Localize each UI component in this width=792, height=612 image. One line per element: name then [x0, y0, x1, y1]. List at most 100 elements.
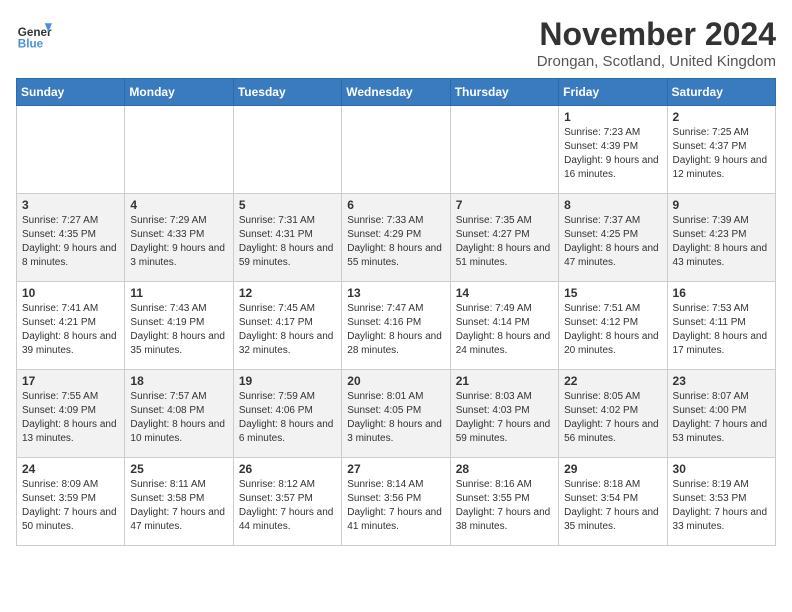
day-number: 24 — [22, 462, 119, 476]
calendar-week-row: 24 Sunrise: 8:09 AM Sunset: 3:59 PM Dayli… — [17, 458, 776, 546]
calendar-cell: 14 Sunrise: 7:49 AM Sunset: 4:14 PM Dayli… — [450, 282, 558, 370]
day-number: 2 — [673, 110, 770, 124]
day-number: 11 — [130, 286, 227, 300]
calendar-cell: 29 Sunrise: 8:18 AM Sunset: 3:54 PM Dayli… — [559, 458, 667, 546]
calendar-cell: 24 Sunrise: 8:09 AM Sunset: 3:59 PM Dayli… — [17, 458, 125, 546]
weekday-header-friday: Friday — [559, 79, 667, 106]
day-info: Sunrise: 7:39 AM Sunset: 4:23 PM Dayligh… — [673, 214, 770, 270]
day-number: 12 — [239, 286, 336, 300]
calendar-cell: 1 Sunrise: 7:23 AM Sunset: 4:39 PM Daylig… — [559, 106, 667, 194]
day-info: Sunrise: 8:11 AM Sunset: 3:58 PM Dayligh… — [130, 478, 227, 534]
day-info: Sunrise: 7:51 AM Sunset: 4:12 PM Dayligh… — [564, 302, 661, 358]
weekday-header-monday: Monday — [125, 79, 233, 106]
calendar-cell: 3 Sunrise: 7:27 AM Sunset: 4:35 PM Daylig… — [17, 194, 125, 282]
calendar-cell: 23 Sunrise: 8:07 AM Sunset: 4:00 PM Dayli… — [667, 370, 775, 458]
location: Drongan, Scotland, United Kingdom — [537, 53, 776, 70]
svg-text:Blue: Blue — [18, 38, 44, 51]
day-info: Sunrise: 8:05 AM Sunset: 4:02 PM Dayligh… — [564, 390, 661, 446]
day-info: Sunrise: 7:23 AM Sunset: 4:39 PM Dayligh… — [564, 126, 661, 182]
calendar-week-row: 1 Sunrise: 7:23 AM Sunset: 4:39 PM Daylig… — [17, 106, 776, 194]
day-info: Sunrise: 8:07 AM Sunset: 4:00 PM Dayligh… — [673, 390, 770, 446]
day-info: Sunrise: 7:33 AM Sunset: 4:29 PM Dayligh… — [347, 214, 444, 270]
day-number: 16 — [673, 286, 770, 300]
calendar-cell: 9Sunrise: 7:39 AM Sunset: 4:23 PM Daylig… — [667, 194, 775, 282]
calendar-cell: 10 Sunrise: 7:41 AM Sunset: 4:21 PM Dayli… — [17, 282, 125, 370]
calendar-cell: 21Sunrise: 8:03 AM Sunset: 4:03 PM Dayli… — [450, 370, 558, 458]
day-number: 7 — [456, 198, 553, 212]
day-info: Sunrise: 7:37 AM Sunset: 4:25 PM Dayligh… — [564, 214, 661, 270]
day-info: Sunrise: 7:35 AM Sunset: 4:27 PM Dayligh… — [456, 214, 553, 270]
calendar-cell: 6 Sunrise: 7:33 AM Sunset: 4:29 PM Daylig… — [342, 194, 450, 282]
day-number: 10 — [22, 286, 119, 300]
day-info: Sunrise: 7:45 AM Sunset: 4:17 PM Dayligh… — [239, 302, 336, 358]
day-info: Sunrise: 7:43 AM Sunset: 4:19 PM Dayligh… — [130, 302, 227, 358]
calendar-cell: 26 Sunrise: 8:12 AM Sunset: 3:57 PM Dayli… — [233, 458, 341, 546]
day-number: 17 — [22, 374, 119, 388]
calendar-cell: 20 Sunrise: 8:01 AM Sunset: 4:05 PM Dayli… — [342, 370, 450, 458]
weekday-header-saturday: Saturday — [667, 79, 775, 106]
calendar-table: SundayMondayTuesdayWednesdayThursdayFrid… — [16, 78, 776, 546]
day-info: Sunrise: 8:18 AM Sunset: 3:54 PM Dayligh… — [564, 478, 661, 534]
calendar-week-row: 17 Sunrise: 7:55 AM Sunset: 4:09 PM Dayli… — [17, 370, 776, 458]
day-number: 1 — [564, 110, 661, 124]
day-number: 20 — [347, 374, 444, 388]
calendar-cell: 25 Sunrise: 8:11 AM Sunset: 3:58 PM Dayli… — [125, 458, 233, 546]
day-number: 3 — [22, 198, 119, 212]
day-number: 18 — [130, 374, 227, 388]
calendar-cell — [342, 106, 450, 194]
day-number: 19 — [239, 374, 336, 388]
logo-icon: General Blue — [16, 16, 52, 52]
day-number: 22 — [564, 374, 661, 388]
weekday-header-row: SundayMondayTuesdayWednesdayThursdayFrid… — [17, 79, 776, 106]
day-info: Sunrise: 7:55 AM Sunset: 4:09 PM Dayligh… — [22, 390, 119, 446]
day-info: Sunrise: 8:03 AM Sunset: 4:03 PM Dayligh… — [456, 390, 553, 446]
day-info: Sunrise: 7:25 AM Sunset: 4:37 PM Dayligh… — [673, 126, 770, 182]
day-info: Sunrise: 7:57 AM Sunset: 4:08 PM Dayligh… — [130, 390, 227, 446]
day-info: Sunrise: 7:29 AM Sunset: 4:33 PM Dayligh… — [130, 214, 227, 270]
day-info: Sunrise: 7:41 AM Sunset: 4:21 PM Dayligh… — [22, 302, 119, 358]
day-number: 8 — [564, 198, 661, 212]
day-info: Sunrise: 7:27 AM Sunset: 4:35 PM Dayligh… — [22, 214, 119, 270]
calendar-cell: 28Sunrise: 8:16 AM Sunset: 3:55 PM Dayli… — [450, 458, 558, 546]
day-number: 13 — [347, 286, 444, 300]
day-number: 14 — [456, 286, 553, 300]
day-info: Sunrise: 8:14 AM Sunset: 3:56 PM Dayligh… — [347, 478, 444, 534]
day-number: 6 — [347, 198, 444, 212]
day-number: 26 — [239, 462, 336, 476]
day-number: 23 — [673, 374, 770, 388]
day-number: 30 — [673, 462, 770, 476]
day-info: Sunrise: 7:49 AM Sunset: 4:14 PM Dayligh… — [456, 302, 553, 358]
weekday-header-sunday: Sunday — [17, 79, 125, 106]
weekday-header-tuesday: Tuesday — [233, 79, 341, 106]
calendar-cell: 2 Sunrise: 7:25 AM Sunset: 4:37 PM Daylig… — [667, 106, 775, 194]
page-header: General Blue November 2024 Drongan, Scot… — [16, 16, 776, 70]
weekday-header-thursday: Thursday — [450, 79, 558, 106]
day-info: Sunrise: 7:53 AM Sunset: 4:11 PM Dayligh… — [673, 302, 770, 358]
calendar-cell — [233, 106, 341, 194]
calendar-cell — [450, 106, 558, 194]
calendar-cell: 18 Sunrise: 7:57 AM Sunset: 4:08 PM Dayli… — [125, 370, 233, 458]
calendar-cell: 13Sunrise: 7:47 AM Sunset: 4:16 PM Dayli… — [342, 282, 450, 370]
day-number: 28 — [456, 462, 553, 476]
calendar-cell: 17 Sunrise: 7:55 AM Sunset: 4:09 PM Dayli… — [17, 370, 125, 458]
day-number: 15 — [564, 286, 661, 300]
calendar-cell: 15 Sunrise: 7:51 AM Sunset: 4:12 PM Dayli… — [559, 282, 667, 370]
day-number: 25 — [130, 462, 227, 476]
calendar-cell: 7 Sunrise: 7:35 AM Sunset: 4:27 PM Daylig… — [450, 194, 558, 282]
title-block: November 2024 Drongan, Scotland, United … — [537, 16, 776, 70]
calendar-cell: 22 Sunrise: 8:05 AM Sunset: 4:02 PM Dayli… — [559, 370, 667, 458]
day-info: Sunrise: 8:01 AM Sunset: 4:05 PM Dayligh… — [347, 390, 444, 446]
day-info: Sunrise: 8:19 AM Sunset: 3:53 PM Dayligh… — [673, 478, 770, 534]
weekday-header-wednesday: Wednesday — [342, 79, 450, 106]
day-number: 27 — [347, 462, 444, 476]
day-number: 29 — [564, 462, 661, 476]
calendar-cell: 12 Sunrise: 7:45 AM Sunset: 4:17 PM Dayli… — [233, 282, 341, 370]
calendar-cell: 16 Sunrise: 7:53 AM Sunset: 4:11 PM Dayli… — [667, 282, 775, 370]
logo: General Blue — [16, 16, 52, 52]
day-info: Sunrise: 8:12 AM Sunset: 3:57 PM Dayligh… — [239, 478, 336, 534]
calendar-week-row: 3 Sunrise: 7:27 AM Sunset: 4:35 PM Daylig… — [17, 194, 776, 282]
calendar-cell: 5Sunrise: 7:31 AM Sunset: 4:31 PM Daylig… — [233, 194, 341, 282]
day-info: Sunrise: 8:09 AM Sunset: 3:59 PM Dayligh… — [22, 478, 119, 534]
calendar-cell: 8 Sunrise: 7:37 AM Sunset: 4:25 PM Daylig… — [559, 194, 667, 282]
calendar-cell: 19Sunrise: 7:59 AM Sunset: 4:06 PM Dayli… — [233, 370, 341, 458]
